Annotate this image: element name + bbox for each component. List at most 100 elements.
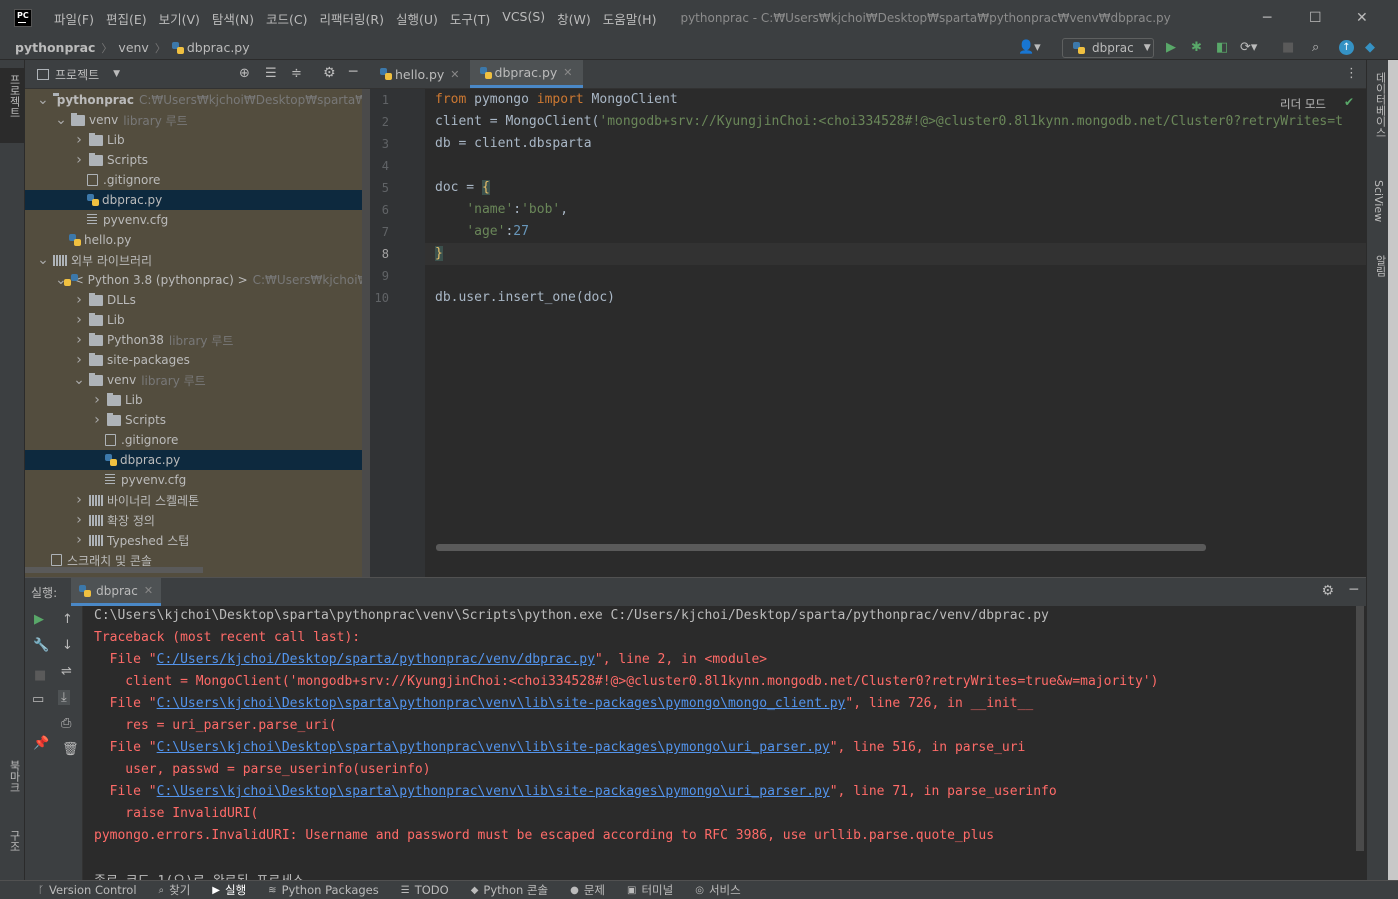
file-link[interactable]: C:/Users/kjchoi/Desktop/sparta/pythonpra… (157, 652, 595, 667)
chevron-right-icon[interactable]: › (91, 392, 103, 408)
tree-item[interactable]: dbprac.py (25, 190, 370, 210)
chevron-right-icon[interactable]: › (91, 412, 103, 428)
chevron-right-icon[interactable]: › (73, 132, 85, 148)
minimize-icon[interactable]: ─ (1263, 10, 1271, 26)
file-link[interactable]: C:\Users\kjchoi\Desktop\sparta\pythonpra… (157, 696, 846, 711)
stop-icon[interactable]: ■ (1282, 40, 1294, 55)
wrench-icon[interactable]: 🔧 (33, 638, 49, 653)
rerun-icon[interactable]: ▶ (34, 612, 44, 627)
tree-item[interactable]: ⌄ pythonprac C:₩Users₩kjchoi₩Desktop₩spart… (25, 90, 370, 110)
notifications-tab[interactable]: 알림 (1372, 255, 1388, 277)
collapse-all-icon[interactable]: ≑ (291, 66, 302, 81)
status-todo[interactable]: ☰ TODO (401, 883, 449, 897)
tree-item[interactable]: › DLLs (25, 290, 370, 310)
check-icon[interactable]: ✔ (1344, 95, 1354, 109)
soft-wrap-icon[interactable]: ⇌ (61, 664, 72, 679)
tree-item[interactable]: › site-packages (25, 350, 370, 370)
menu-refactor[interactable]: 리팩터링(R) (314, 9, 390, 28)
user-icon[interactable]: 👤▾ (1018, 40, 1041, 55)
status-python-console[interactable]: ◆ Python 콘솔 (471, 882, 548, 898)
project-panel-title[interactable]: 프로젝트 (55, 66, 99, 83)
run-console-output[interactable]: C:\Users\kjchoi\Desktop\sparta\pythonpra… (83, 606, 1356, 881)
tree-item[interactable]: › Typeshed 스텁 (25, 530, 370, 550)
project-horizontal-scrollbar[interactable] (25, 567, 203, 573)
chevron-down-icon[interactable]: ⌄ (73, 372, 85, 388)
profile-icon[interactable]: ⟳▾ (1240, 40, 1257, 55)
chevron-down-icon[interactable]: ⌄ (37, 252, 49, 268)
menu-run[interactable]: 실행(U) (390, 9, 444, 28)
locate-icon[interactable]: ⊕ (239, 66, 250, 81)
gear-icon[interactable]: ⚙ (323, 65, 336, 81)
up-arrow-icon[interactable]: ↑ (62, 612, 73, 627)
bookmark-tab[interactable]: 북마크 (6, 760, 22, 793)
close-tab-icon[interactable]: ✕ (563, 66, 572, 79)
chevron-right-icon[interactable]: › (73, 332, 85, 348)
more-icon[interactable]: ⋮ (1345, 66, 1358, 81)
tree-item[interactable]: › Python38 library 루트 (25, 330, 370, 350)
chevron-right-icon[interactable]: › (73, 312, 85, 328)
menu-code[interactable]: 코드(C) (260, 9, 313, 28)
sciview-tab[interactable]: SciView (1372, 180, 1385, 222)
menu-edit[interactable]: 편집(E) (100, 9, 153, 28)
print-icon[interactable]: ⎙ (61, 716, 71, 731)
tree-item[interactable]: › Scripts (25, 410, 370, 430)
debug-icon[interactable]: ✱ (1191, 40, 1202, 55)
menu-file[interactable]: 파일(F) (48, 9, 100, 28)
tree-item[interactable]: › 확장 정의 (25, 510, 370, 530)
tree-item[interactable]: ⌄ 외부 라이브러리 (25, 250, 370, 270)
tree-item[interactable]: ⌄ venv library 루트 (25, 110, 370, 130)
breadcrumb-folder[interactable]: venv (118, 40, 148, 55)
database-tab[interactable]: 데이터베이스 (1372, 72, 1388, 138)
chevron-down-icon[interactable]: ⌄ (55, 112, 67, 128)
run-icon[interactable]: ▶ (1166, 40, 1176, 55)
run-tab-dbprac[interactable]: dbprac ✕ (71, 578, 162, 606)
chevron-right-icon[interactable]: › (73, 492, 85, 508)
chevron-right-icon[interactable]: › (73, 292, 85, 308)
close-tab-icon[interactable]: ✕ (450, 68, 459, 81)
menu-window[interactable]: 창(W) (551, 9, 597, 28)
status-run[interactable]: ▶ 실행 (212, 882, 246, 898)
expand-all-icon[interactable]: ☰ (265, 66, 277, 81)
chevron-right-icon[interactable]: › (73, 512, 85, 528)
file-link[interactable]: C:\Users\kjchoi\Desktop\sparta\pythonpra… (157, 740, 830, 755)
coverage-icon[interactable]: ◧ (1216, 40, 1228, 55)
chevron-down-icon[interactable]: ▼ (113, 69, 120, 79)
update-icon[interactable]: ↑ (1339, 40, 1354, 55)
close-icon[interactable]: ✕ (1356, 10, 1368, 26)
chevron-down-icon[interactable]: ⌄ (37, 92, 49, 108)
hide-icon[interactable]: ─ (1350, 582, 1358, 598)
gear-icon[interactable]: ⚙ (1321, 583, 1334, 599)
jetbrains-icon[interactable]: ◆ (1365, 40, 1375, 55)
scroll-to-end-icon[interactable]: ⤓ (58, 690, 70, 705)
status-version-control[interactable]: ᚴ Version Control (38, 883, 137, 897)
tree-item[interactable]: pyvenv.cfg (25, 470, 370, 490)
tree-item[interactable]: › Scripts (25, 150, 370, 170)
tree-item[interactable]: .gitignore (25, 170, 370, 190)
hide-icon[interactable]: ─ (349, 64, 357, 80)
down-arrow-icon[interactable]: ↓ (62, 638, 73, 653)
tree-item[interactable]: › Lib (25, 390, 370, 410)
tree-item[interactable]: pyvenv.cfg (25, 210, 370, 230)
tree-item[interactable]: hello.py (25, 230, 370, 250)
search-icon[interactable]: ⌕ (1312, 40, 1319, 55)
chevron-right-icon[interactable]: › (73, 152, 85, 168)
status-python-packages[interactable]: ≋ Python Packages (268, 883, 379, 897)
tree-item[interactable]: › Lib (25, 130, 370, 150)
menu-help[interactable]: 도움말(H) (597, 9, 663, 28)
tree-item[interactable]: › 바이너리 스켈레톤 (25, 490, 370, 510)
status-terminal[interactable]: ▣ 터미널 (627, 882, 673, 898)
close-tab-icon[interactable]: ✕ (144, 584, 153, 597)
tab-hello-py[interactable]: hello.py ✕ (370, 60, 470, 88)
tree-item[interactable]: ⌄ < Python 3.8 (pythonprac) > C:₩Users₩kjc… (25, 270, 370, 290)
status-find[interactable]: ⌕ 찾기 (159, 882, 191, 898)
console-scrollbar[interactable] (1356, 606, 1364, 851)
menu-navigate[interactable]: 탐색(N) (206, 9, 260, 28)
structure-tab[interactable]: 구조 (6, 830, 22, 852)
tree-item[interactable]: dbprac.py (25, 450, 370, 470)
menu-view[interactable]: 보기(V) (153, 9, 206, 28)
stop-icon[interactable]: ■ (34, 668, 46, 683)
menu-vcs[interactable]: VCS(S) (496, 9, 551, 28)
chevron-right-icon[interactable]: › (73, 532, 85, 548)
tree-item[interactable]: › Lib (25, 310, 370, 330)
code-editor[interactable]: 1 2 3 4 5 6 7 8 9 10 from pymongo import… (370, 89, 1366, 577)
